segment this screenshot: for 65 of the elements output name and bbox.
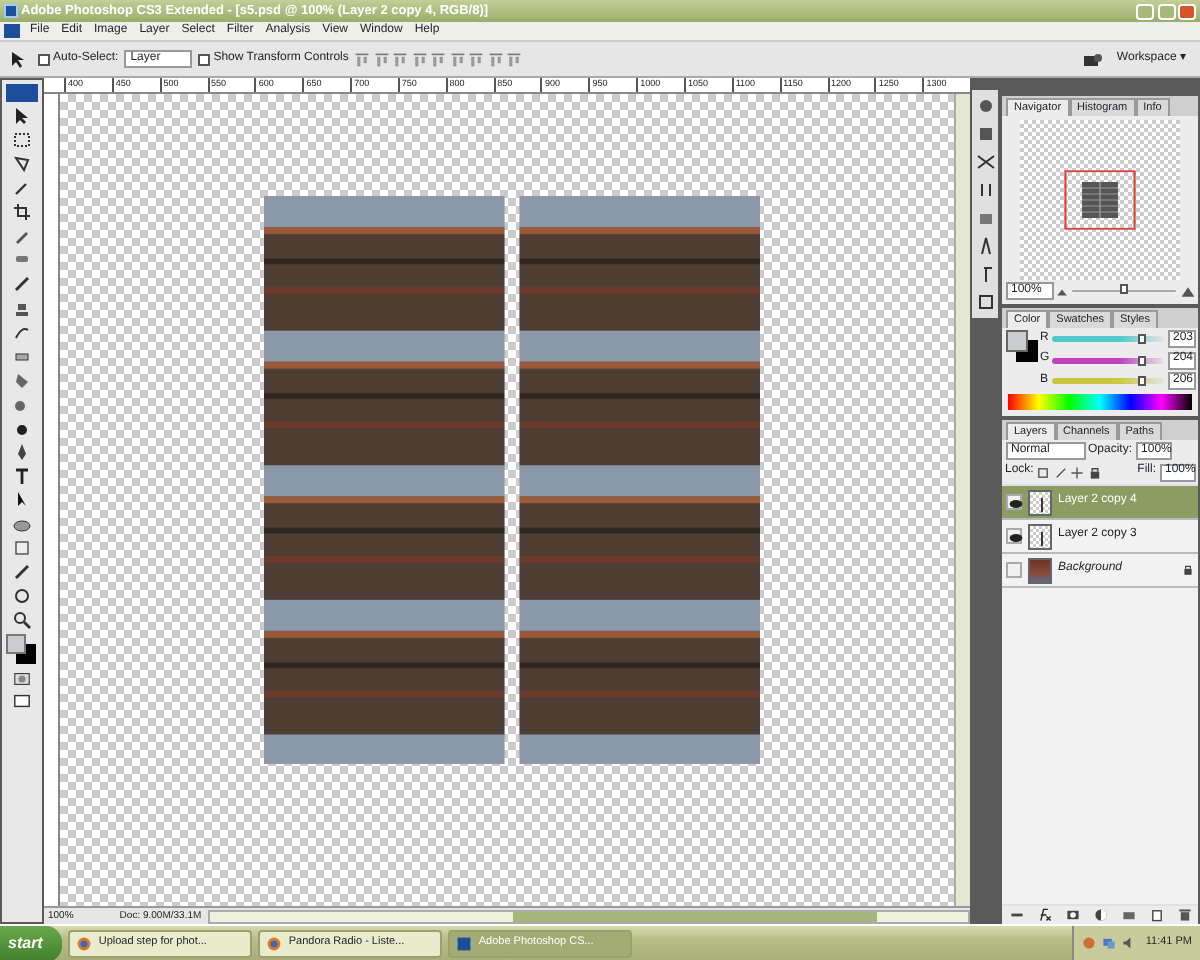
globe-icon — [76, 935, 93, 951]
zoom-in-icon[interactable] — [1179, 283, 1195, 299]
align-icon[interactable] — [449, 51, 466, 67]
vertical-scrollbar[interactable] — [954, 94, 970, 906]
close-button[interactable] — [1178, 3, 1196, 19]
color-spectrum[interactable] — [1008, 393, 1192, 409]
layer-thumbnail — [1028, 489, 1052, 515]
marquee-icon[interactable] — [12, 130, 32, 150]
text-tool-icon[interactable] — [12, 466, 32, 486]
bars-icon[interactable] — [975, 180, 995, 200]
camera-icon[interactable] — [1080, 49, 1105, 69]
new-layer-icon[interactable] — [1149, 908, 1163, 922]
align-icon[interactable] — [411, 51, 428, 67]
align-icon[interactable] — [430, 51, 447, 67]
magnifier-icon[interactable] — [12, 610, 32, 630]
visibility-toggle[interactable] — [1006, 562, 1022, 578]
mask-mode-icon[interactable] — [12, 670, 32, 688]
channel-slider[interactable] — [1051, 378, 1164, 384]
dot-icon[interactable] — [975, 96, 995, 116]
lock-paint-icon[interactable] — [1053, 465, 1068, 479]
lock-pixels-icon[interactable] — [1036, 465, 1051, 479]
layer-thumbnail — [1028, 523, 1052, 549]
padlock-icon[interactable] — [1087, 465, 1102, 479]
visibility-toggle[interactable] — [1006, 528, 1022, 544]
slider-thumb[interactable] — [1137, 355, 1146, 365]
view-box-icon — [1064, 169, 1136, 229]
horizontal-scrollbar[interactable] — [207, 909, 970, 923]
slider-thumb[interactable] — [1137, 334, 1146, 344]
frame-icon[interactable] — [975, 292, 995, 312]
zoom-out-icon[interactable] — [1056, 285, 1068, 297]
app-logo-icon — [456, 935, 473, 951]
app-logo-icon — [6, 84, 38, 102]
lock-move-icon[interactable] — [1070, 465, 1085, 479]
network-icon[interactable] — [1102, 936, 1117, 950]
layer-thumbnail — [1028, 557, 1052, 583]
shape-icon[interactable] — [12, 514, 32, 534]
color-swatches-icon[interactable] — [1005, 330, 1037, 362]
mask-icon[interactable] — [1065, 908, 1079, 922]
start-button[interactable]: start — [0, 925, 63, 960]
stamp-icon[interactable] — [12, 298, 32, 318]
lasso-icon[interactable] — [12, 154, 32, 174]
trash-icon[interactable] — [1177, 908, 1191, 922]
align-icon[interactable] — [354, 51, 371, 67]
align-icon[interactable] — [487, 51, 504, 67]
align-icon[interactable] — [468, 51, 485, 67]
swatches-icon[interactable] — [6, 634, 38, 666]
auto-select-checkbox[interactable] — [38, 53, 50, 65]
cross-icon[interactable] — [975, 152, 995, 172]
channel-slider[interactable] — [1051, 336, 1164, 342]
curve-icon[interactable] — [12, 322, 32, 342]
zoom-slider[interactable] — [1119, 284, 1128, 294]
globe-icon — [266, 935, 283, 951]
show-transform-checkbox[interactable] — [198, 53, 211, 65]
square-icon[interactable] — [975, 124, 995, 144]
crop-icon[interactable] — [12, 202, 32, 222]
fx-icon[interactable] — [1037, 908, 1051, 922]
slider-thumb[interactable] — [1138, 376, 1147, 386]
visibility-toggle[interactable] — [1006, 494, 1022, 510]
align-icon[interactable] — [373, 51, 390, 67]
move-arrow-icon[interactable] — [12, 106, 32, 126]
align-icon[interactable] — [392, 51, 409, 67]
adjustment-icon[interactable] — [1093, 908, 1107, 922]
channel-slider[interactable] — [1052, 357, 1164, 363]
screen-mode-icon[interactable] — [12, 692, 32, 710]
align-icon[interactable] — [506, 51, 523, 67]
